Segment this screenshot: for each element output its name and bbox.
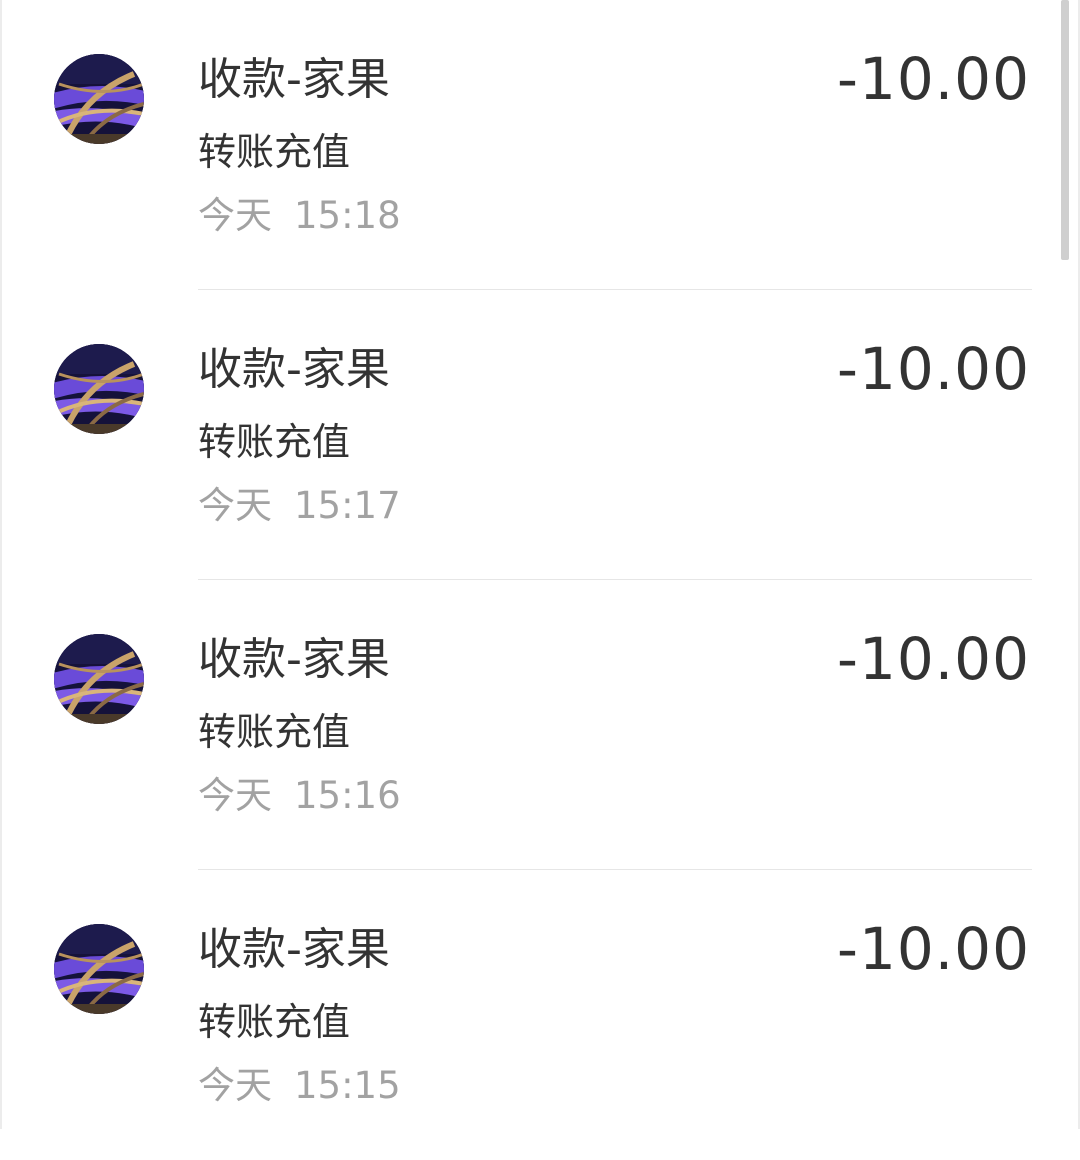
transaction-list: 收款-家果 转账充值 今天 15:18 -10.00 收款-家果 转账充值 今天 1	[0, 0, 1080, 1160]
transaction-timestamp: 今天 15:15	[198, 1062, 401, 1110]
transaction-title: 收款-家果	[198, 924, 390, 975]
city-highway-avatar-icon	[54, 54, 144, 144]
transaction-row[interactable]: 收款-家果 转账充值 今天 15:17 -10.00	[0, 290, 1080, 580]
city-highway-avatar-icon	[54, 344, 144, 434]
transaction-title: 收款-家果	[198, 634, 390, 685]
transaction-title: 收款-家果	[198, 344, 390, 395]
transaction-description: 转账充值	[198, 710, 351, 754]
transaction-timestamp: 今天 15:17	[198, 482, 401, 530]
transaction-row[interactable]: 收款-家果 转账充值 今天 15:16 -10.00	[0, 580, 1080, 870]
transaction-title: 收款-家果	[198, 54, 390, 105]
transaction-time: 15:18	[294, 194, 401, 237]
transaction-amount: -10.00	[837, 625, 1030, 693]
transaction-day: 今天	[198, 1064, 272, 1107]
transaction-description: 转账充值	[198, 420, 351, 464]
transaction-amount: -10.00	[837, 45, 1030, 113]
transaction-description: 转账充值	[198, 1000, 351, 1044]
transaction-row[interactable]: 收款-家果 转账充值 今天 15:18 -10.00	[0, 0, 1080, 290]
transaction-day: 今天	[198, 484, 272, 527]
transaction-day: 今天	[198, 194, 272, 237]
transaction-time: 15:16	[294, 774, 401, 817]
transaction-amount: -10.00	[837, 335, 1030, 403]
transaction-description: 转账充值	[198, 130, 351, 174]
transaction-row[interactable]: 收款-家果 转账充值 今天 15:15 -10.00	[0, 870, 1080, 1160]
transaction-time: 15:17	[294, 484, 401, 527]
scrollbar-thumb[interactable]	[1061, 0, 1069, 260]
transaction-timestamp: 今天 15:16	[198, 772, 401, 820]
city-highway-avatar-icon	[54, 924, 144, 1014]
transaction-day: 今天	[198, 774, 272, 817]
transaction-timestamp: 今天 15:18	[198, 192, 401, 240]
transaction-time: 15:15	[294, 1064, 401, 1107]
city-highway-avatar-icon	[54, 634, 144, 724]
transaction-amount: -10.00	[837, 915, 1030, 983]
